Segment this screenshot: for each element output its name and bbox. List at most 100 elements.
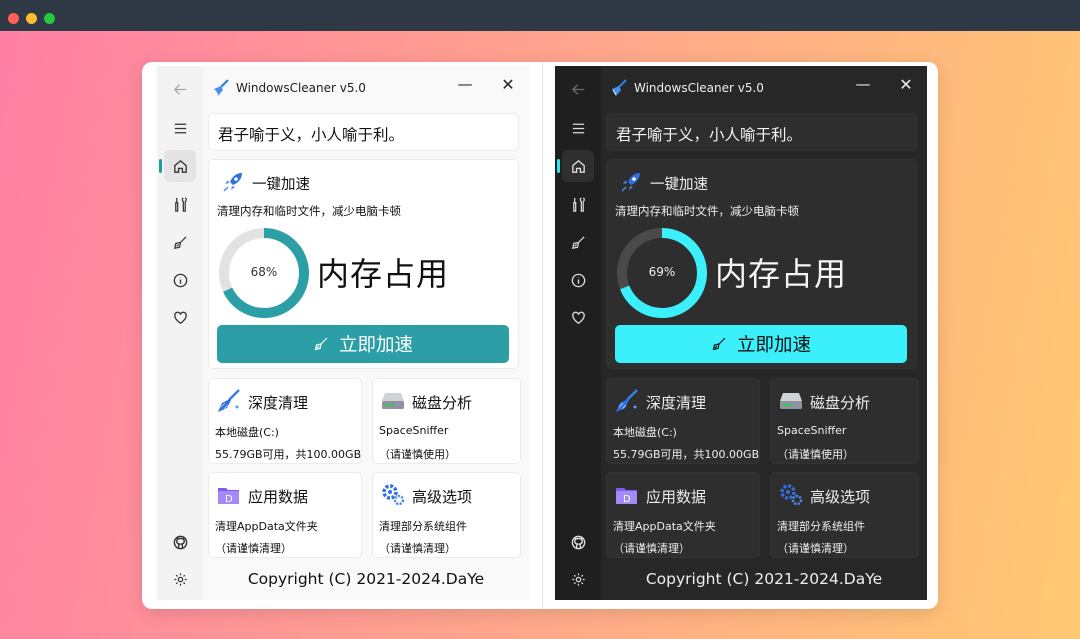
advanced-options-desc: 清理部分系统组件	[379, 520, 467, 533]
app-data-tile[interactable]: D 应用数据 清理AppData文件夹 （请谨慎清理）	[208, 472, 362, 558]
gears-icon	[780, 484, 803, 506]
accelerate-button[interactable]: 立即加速	[615, 325, 907, 363]
disk-analysis-note: （请谨慎使用）	[777, 448, 854, 461]
advanced-options-tile[interactable]: 高级选项 清理部分系统组件 （请谨慎清理）	[372, 472, 521, 558]
close-button[interactable]: ✕	[894, 75, 918, 94]
app-data-note: （请谨慎清理）	[215, 542, 292, 555]
close-window-dot[interactable]	[8, 13, 19, 24]
back-arrow-icon	[571, 83, 584, 95]
deep-clean-title: 深度清理	[248, 394, 309, 412]
advanced-options-title: 高级选项	[412, 488, 473, 506]
disk-analysis-title: 磁盘分析	[412, 394, 473, 412]
speed-up-title: 一键加速	[252, 177, 310, 193]
app-header: WindowsCleaner v5.0 — ✕	[601, 66, 927, 110]
memory-usage-label: 内存占用	[715, 255, 848, 293]
browser-titlebar	[0, 0, 1080, 31]
app-data-tile[interactable]: D 应用数据 清理AppData文件夹 （请谨慎清理）	[606, 472, 760, 558]
github-icon	[571, 535, 585, 549]
memory-percent: 68%	[250, 265, 278, 279]
disk-analysis-tile[interactable]: 磁盘分析 SpaceSniffer （请谨慎使用）	[770, 378, 919, 464]
advanced-options-tile[interactable]: 高级选项 清理部分系统组件 （请谨慎清理）	[770, 472, 919, 558]
nav-favorite[interactable]	[562, 301, 594, 333]
svg-text:D: D	[623, 494, 631, 505]
nav-clean[interactable]	[164, 226, 196, 258]
nav-clean[interactable]	[562, 226, 594, 258]
app-title: WindowsCleaner v5.0	[236, 81, 366, 95]
accelerate-button-label: 立即加速	[338, 335, 413, 356]
nav-about[interactable]	[164, 264, 196, 296]
deep-clean-space: 55.79GB可用，共100.00GB	[215, 448, 362, 461]
menu-icon	[174, 123, 186, 133]
nav-tools[interactable]	[562, 188, 594, 220]
advanced-options-desc: 清理部分系统组件	[777, 520, 865, 533]
broom-icon	[173, 235, 187, 249]
disk-analysis-tool: SpaceSniffer	[777, 424, 847, 437]
back-button[interactable]	[562, 73, 594, 105]
github-link[interactable]	[562, 526, 594, 558]
advanced-options-note: （请谨慎清理）	[777, 542, 854, 555]
github-icon	[173, 535, 187, 549]
home-icon	[173, 159, 187, 173]
back-button[interactable]	[164, 73, 196, 105]
sidebar	[157, 66, 203, 600]
main-content: WindowsCleaner v5.0 — ✕ 君子喻于义，小人喻于利。 一键加…	[601, 66, 927, 600]
disk-analysis-tile[interactable]: 磁盘分析 SpaceSniffer （请谨慎使用）	[372, 378, 521, 464]
quote-banner: 君子喻于义，小人喻于利。	[606, 113, 917, 151]
minimize-button[interactable]: —	[453, 75, 477, 93]
deep-clean-space: 55.79GB可用，共100.00GB	[613, 448, 760, 461]
accelerate-button[interactable]: 立即加速	[217, 325, 509, 363]
app-logo-icon	[612, 79, 627, 96]
github-link[interactable]	[164, 526, 196, 558]
nav-home[interactable]	[557, 150, 594, 182]
broom-icon	[571, 235, 585, 249]
accelerate-button-label: 立即加速	[736, 335, 811, 356]
maximize-window-dot[interactable]	[44, 13, 55, 24]
disk-icon	[382, 393, 404, 409]
app-data-title: 应用数据	[646, 488, 707, 506]
dark-theme-window: WindowsCleaner v5.0 — ✕ 君子喻于义，小人喻于利。 一键加…	[555, 66, 927, 600]
broom-icon	[218, 389, 240, 412]
deep-clean-tile[interactable]: 深度清理 本地磁盘(C:) 55.79GB可用，共100.00GB	[606, 378, 760, 464]
app-logo-icon	[214, 79, 229, 96]
settings-icon	[173, 572, 187, 586]
menu-icon	[572, 123, 584, 133]
menu-button[interactable]	[164, 112, 196, 144]
tools-icon	[174, 196, 187, 212]
settings-button[interactable]	[562, 563, 594, 595]
rocket-icon	[223, 173, 242, 192]
disk-analysis-tool: SpaceSniffer	[379, 424, 449, 437]
info-icon	[571, 273, 585, 287]
showcase-card: WindowsCleaner v5.0 — ✕ 君子喻于义，小人喻于利。 一键加…	[142, 62, 938, 609]
deep-clean-tile[interactable]: 深度清理 本地磁盘(C:) 55.79GB可用，共100.00GB	[208, 378, 362, 464]
home-icon	[571, 159, 585, 173]
speed-up-title: 一键加速	[650, 177, 708, 193]
card-divider	[542, 62, 543, 609]
deep-clean-drive: 本地磁盘(C:)	[613, 426, 677, 439]
menu-button[interactable]	[562, 112, 594, 144]
nav-home[interactable]	[159, 150, 196, 182]
nav-about[interactable]	[562, 264, 594, 296]
advanced-options-title: 高级选项	[810, 488, 871, 506]
nav-favorite[interactable]	[164, 301, 196, 333]
app-title: WindowsCleaner v5.0	[634, 81, 764, 95]
svg-text:D: D	[225, 494, 233, 505]
app-data-title: 应用数据	[248, 488, 309, 506]
deep-clean-title: 深度清理	[646, 394, 707, 412]
main-content: WindowsCleaner v5.0 — ✕ 君子喻于义，小人喻于利。 一键加…	[203, 66, 529, 600]
disk-icon	[780, 393, 802, 409]
sidebar	[555, 66, 601, 600]
app-data-desc: 清理AppData文件夹	[613, 520, 716, 533]
close-button[interactable]: ✕	[496, 75, 520, 94]
minimize-window-dot[interactable]	[26, 13, 37, 24]
quote-banner: 君子喻于义，小人喻于利。	[208, 113, 519, 151]
settings-icon	[571, 572, 585, 586]
broom-icon	[616, 389, 638, 412]
nav-tools[interactable]	[164, 188, 196, 220]
memory-percent: 69%	[648, 265, 676, 279]
settings-button[interactable]	[164, 563, 196, 595]
disk-analysis-note: （请谨慎使用）	[379, 448, 456, 461]
memory-usage-label: 内存占用	[317, 255, 450, 293]
advanced-options-note: （请谨慎清理）	[379, 542, 456, 555]
minimize-button[interactable]: —	[851, 75, 875, 93]
app-data-note: （请谨慎清理）	[613, 542, 690, 555]
